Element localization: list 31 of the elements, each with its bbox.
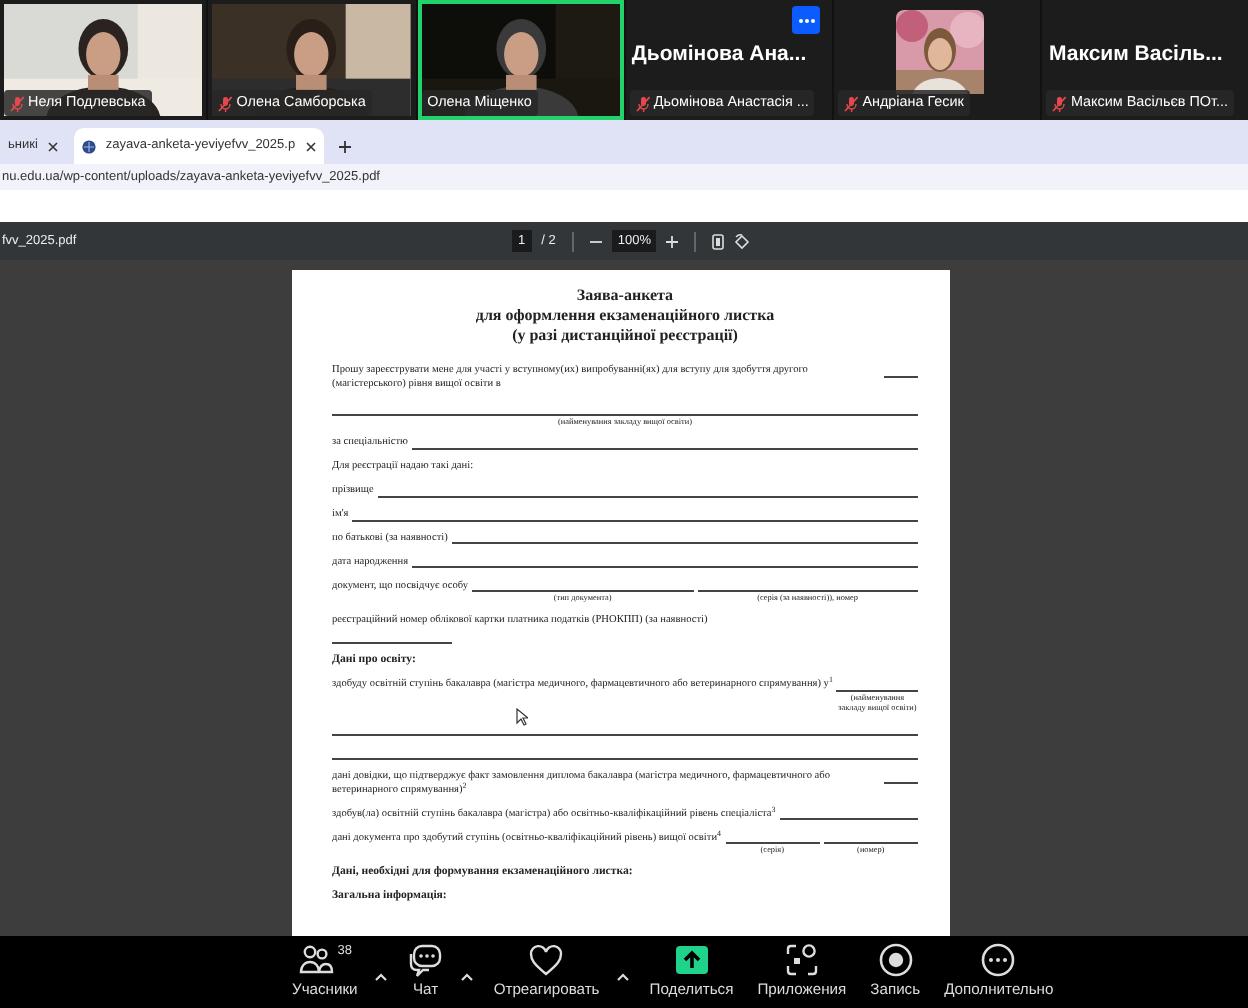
apps-icon [783, 942, 820, 979]
chat-icon [407, 942, 444, 978]
muted-mic-icon [635, 95, 650, 112]
participant-name: Максим Васіль... [1048, 40, 1225, 70]
muted-mic-icon [10, 95, 24, 112]
pointer-icon [516, 708, 528, 726]
close-icon[interactable] [305, 141, 316, 151]
document-title: для оформлення екзаменаційного листка [473, 306, 777, 326]
more-icon [797, 17, 816, 23]
muted-mic-icon [844, 95, 859, 112]
participant-name: Дьомінова Ана... [631, 40, 809, 70]
zoom-out-icon[interactable] [589, 235, 602, 247]
caret-icon[interactable] [615, 972, 630, 983]
document-title: (у разі дистанційної реєстрації) [510, 326, 740, 346]
participants-icon [297, 942, 334, 978]
muted-mic-icon [218, 95, 233, 112]
record-icon [877, 942, 914, 979]
muted-mic-icon [1052, 95, 1067, 112]
fit-page-icon[interactable] [712, 233, 725, 249]
rotate-icon[interactable] [734, 233, 751, 249]
zoom-in-icon[interactable] [666, 235, 679, 247]
caret-icon[interactable] [459, 972, 474, 983]
heart-icon [528, 942, 565, 978]
close-icon[interactable] [47, 141, 58, 151]
caret-icon[interactable] [373, 972, 388, 983]
share-icon [673, 942, 710, 979]
plus-icon[interactable] [337, 139, 352, 153]
more-icon [980, 942, 1017, 979]
globe-icon [81, 139, 96, 153]
more-button[interactable] [792, 6, 821, 34]
document-title: Заява-анкета [574, 286, 676, 306]
